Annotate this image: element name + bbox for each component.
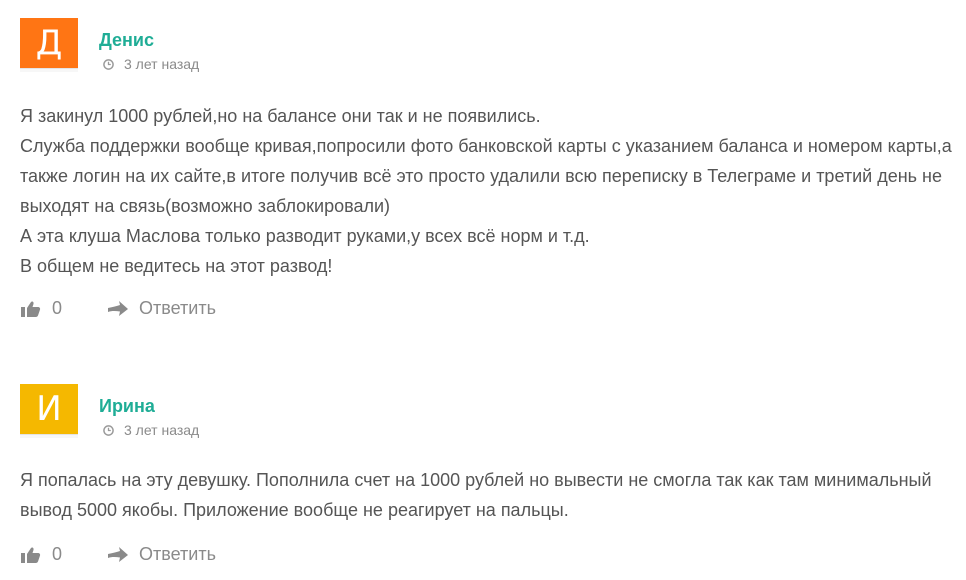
avatar-underline [20,68,78,72]
reply-label: Ответить [139,544,216,564]
reply-button[interactable]: Ответить [107,298,216,319]
reply-arrow-icon [108,546,129,562]
comment-actions: 0 Ответить [20,298,216,319]
like-count: 0 [52,298,63,318]
avatar-initial: И [36,389,62,429]
like-count: 0 [52,544,63,564]
reply-arrow-icon [108,300,129,316]
thumbs-up-icon [21,301,41,317]
comment-time[interactable]: 3 лет назад [124,422,199,438]
avatar: И [20,384,78,438]
avatar: Д [20,18,78,72]
avatar-initial: Д [35,23,63,63]
avatar-underline [20,434,78,438]
clock-icon [103,424,114,436]
like-button[interactable]: 0 [20,298,62,319]
clock-icon [103,58,114,70]
comment-text: Я попалась на эту девушку. Пополнила сче… [20,470,932,520]
comment-text: Я закинул 1000 рублей,но на балансе они … [20,106,952,276]
comment-time[interactable]: 3 лет назад [124,56,199,72]
comment-author[interactable]: Денис [99,30,154,51]
reply-button[interactable]: Ответить [107,544,216,565]
reply-label: Ответить [139,298,216,318]
comment-author[interactable]: Ирина [99,396,155,417]
comment-meta: 3 лет назад [103,422,199,438]
like-button[interactable]: 0 [20,544,62,565]
thumbs-up-icon [21,547,41,563]
comment-meta: 3 лет назад [103,56,199,72]
comment-actions: 0 Ответить [20,544,216,565]
